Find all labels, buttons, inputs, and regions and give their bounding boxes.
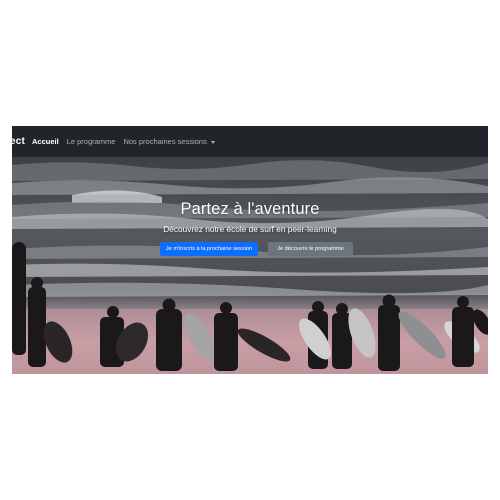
hero-section: Partez à l'aventure Découvrez notre écol…	[12, 157, 488, 374]
nav-link-accueil[interactable]: Accueil	[32, 137, 59, 146]
nav-links: Accueil Le programme Nos prochaines sess…	[32, 126, 215, 157]
navbar-brand[interactable]: ect	[12, 136, 25, 147]
signup-next-session-button[interactable]: Je m'inscris à la prochaine session	[160, 242, 258, 256]
hero-subtitle: Découvrez notre école de surf en peer-le…	[163, 224, 337, 234]
discover-program-button[interactable]: Je découvre le programme	[268, 242, 353, 256]
nav-link-sessions-dropdown[interactable]: Nos prochaines sessions	[123, 137, 215, 146]
hero-title: Partez à l'aventure	[180, 200, 320, 218]
hero-background-image	[12, 157, 488, 374]
chevron-down-icon	[210, 140, 215, 144]
browser-viewport: ect Accueil Le programme Nos prochaines …	[12, 126, 488, 374]
nav-link-programme[interactable]: Le programme	[67, 137, 116, 146]
navbar: ect Accueil Le programme Nos prochaines …	[12, 126, 488, 157]
nav-link-sessions-label: Nos prochaines sessions	[123, 137, 207, 146]
